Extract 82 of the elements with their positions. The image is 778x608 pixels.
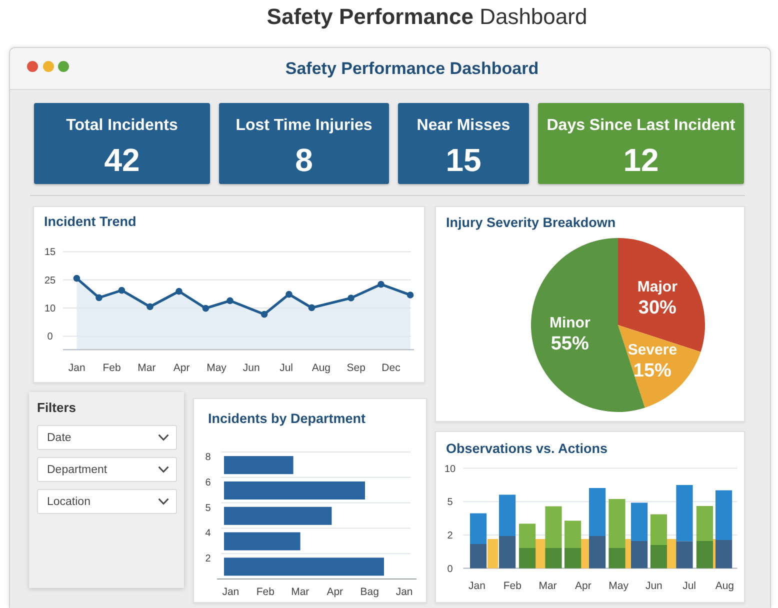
axis-label: Apr (326, 586, 344, 598)
data-point (73, 274, 80, 282)
axis-label: Jan (68, 362, 86, 374)
bar (499, 494, 516, 536)
axis-label: 25 (44, 275, 56, 286)
axis-label: 0 (47, 332, 53, 343)
slice-label: Severe (628, 341, 678, 358)
axis-label: May (608, 580, 628, 592)
axis-label: 4 (205, 528, 211, 540)
chart-title: Injury Severity Breakdown (446, 215, 616, 231)
filter-dropdown[interactable]: Date (37, 425, 177, 450)
kpi-label: Lost Time Injuries (234, 117, 374, 135)
kpi-value: 12 (622, 142, 660, 178)
axis-label: Mar (291, 586, 310, 598)
axis-label: Jun (645, 580, 662, 592)
data-point (176, 288, 182, 295)
window-title: Safety Performance Dashboard (285, 58, 539, 78)
page-title: Safety Performance Dashboard (266, 3, 588, 30)
data-point (260, 310, 268, 318)
axis-label: Bag (360, 586, 379, 598)
chevron-down-icon (158, 498, 169, 505)
axis-label: Aug (312, 362, 331, 374)
chart-title: Observations vs. Actions (446, 441, 608, 457)
axis-label: Jun (242, 362, 260, 374)
maximize-icon[interactable] (58, 61, 69, 72)
chart-title: Incident Trend (44, 214, 136, 230)
axis-label: 15 (44, 247, 56, 258)
axis-label: Mar (138, 362, 156, 374)
axis-label: Feb (102, 362, 121, 374)
bar (224, 456, 294, 474)
axis-label: Jul (682, 580, 696, 592)
close-icon[interactable] (27, 61, 38, 72)
kpi-label: Days Since Last Incident (546, 117, 736, 135)
axis-label: Dec (382, 362, 400, 374)
data-point (146, 303, 154, 310)
slice-value: 15% (633, 360, 672, 382)
axis-label: 8 (205, 452, 211, 463)
slice-value: 55% (550, 334, 589, 355)
slice-label: Minor (549, 314, 590, 332)
axis-label: Jan (396, 586, 413, 598)
axis-label: 10 (44, 304, 56, 315)
kpi-value: 15 (444, 142, 482, 178)
filter-dropdown[interactable]: Location (37, 489, 177, 514)
axis-label: 10 (444, 464, 456, 475)
axis-label: 5 (447, 497, 453, 508)
axis-label: Sep (346, 362, 366, 374)
axis-label: May (206, 362, 226, 374)
axis-label: Mar (538, 580, 557, 592)
slice-label: Major (637, 278, 678, 296)
data-point (286, 290, 292, 298)
data-point (202, 304, 210, 312)
panel-title: Filters (37, 400, 76, 416)
data-point (118, 286, 126, 294)
filter-dropdown[interactable]: Department (37, 457, 177, 482)
data-point (348, 294, 354, 302)
axis-label: Jan (222, 586, 240, 598)
axis-label: 0 (447, 564, 453, 575)
data-point (308, 304, 316, 312)
axis-label: Aug (715, 580, 734, 592)
data-point (378, 280, 384, 288)
kpi-label: Near Misses (416, 117, 512, 135)
axis-label: 6 (205, 477, 211, 488)
kpi-label: Total Incidents (65, 117, 179, 135)
data-point (406, 292, 414, 298)
chart-title: Incidents by Department (208, 411, 366, 427)
slice-value: 30% (638, 297, 676, 318)
axis-label: 2 (447, 530, 453, 542)
axis-label: 5 (205, 502, 211, 514)
chevron-down-icon (158, 466, 169, 473)
chevron-down-icon (158, 434, 169, 441)
kpi-value: 8 (294, 142, 314, 178)
minimize-icon[interactable] (42, 61, 54, 72)
axis-label: Apr (574, 580, 592, 592)
kpi-value: 42 (103, 142, 141, 178)
data-point (226, 297, 234, 304)
axis-label: 2 (205, 554, 211, 565)
axis-label: Feb (256, 586, 274, 598)
axis-label: Feb (503, 580, 522, 592)
axis-label: Jan (468, 580, 486, 592)
axis-label: Apr (173, 362, 190, 374)
axis-label: Jul (280, 362, 294, 374)
data-point (96, 294, 102, 302)
